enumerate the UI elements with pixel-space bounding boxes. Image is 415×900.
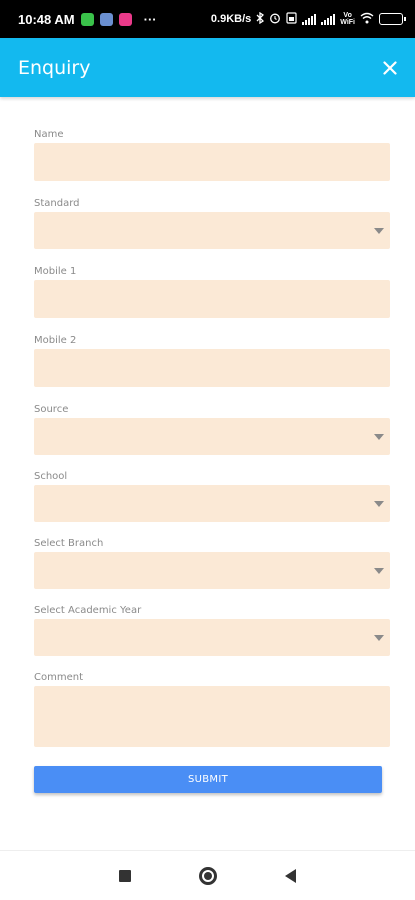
signal-icon [321,13,336,25]
battery-icon [379,13,406,25]
home-circle-icon[interactable] [199,866,217,885]
notification-app-icon [99,12,113,26]
dropdown-arrow-icon [374,433,384,440]
mobile-2-field[interactable] [34,349,390,387]
sim-icon [286,11,297,27]
mobile-1-input[interactable] [34,280,390,318]
close-icon [383,60,397,75]
app-bar: Enquiry [0,38,415,97]
dropdown-arrow-icon [374,567,384,574]
notification-app-icon [118,12,132,26]
wifi-icon [360,12,374,27]
dropdown-arrow-icon [374,634,384,641]
select-academic-year-dropdown[interactable] [34,619,390,656]
comment-field[interactable] [34,686,390,747]
dropdown-arrow-icon [374,500,384,507]
mobile-2-label: Mobile 2 [34,335,77,346]
mobile-2-input[interactable] [34,349,390,387]
school-dropdown[interactable] [34,485,390,522]
school-label: School [34,471,68,482]
status-bar: 10:48 AM ··· 0.9KB/s Vo WiFi [0,0,415,38]
name-input[interactable] [34,143,390,181]
select-branch-label: Select Branch [34,538,104,549]
page-title: Enquiry [18,56,91,79]
select-academic-year-label: Select Academic Year [34,605,142,616]
dropdown-arrow-icon [374,227,384,234]
system-nav-bar [0,850,415,900]
mobile-1-field[interactable] [34,280,390,318]
source-label: Source [34,404,69,415]
comment-textarea[interactable] [34,686,390,747]
notification-app-icon [80,12,94,26]
select-branch-dropdown[interactable] [34,552,390,589]
submit-button[interactable]: SUBMIT [34,766,382,793]
close-button[interactable] [379,57,401,79]
status-time: 10:48 AM [18,11,75,27]
alarm-icon [269,12,281,27]
mobile-1-label: Mobile 1 [34,266,77,277]
back-triangle-icon[interactable] [285,868,296,883]
comment-label: Comment [34,672,83,683]
more-notifications-icon: ··· [143,11,157,27]
bluetooth-icon [256,11,265,27]
name-field[interactable] [34,143,390,181]
source-dropdown[interactable] [34,418,390,455]
name-label: Name [34,129,64,140]
net-speed: 0.9KB/s [210,13,252,25]
signal-icon [302,13,317,25]
vowifi-icon: Vo WiFi [340,12,355,26]
recents-square-icon[interactable] [119,869,131,882]
standard-label: Standard [34,198,80,209]
standard-dropdown[interactable] [34,212,390,249]
